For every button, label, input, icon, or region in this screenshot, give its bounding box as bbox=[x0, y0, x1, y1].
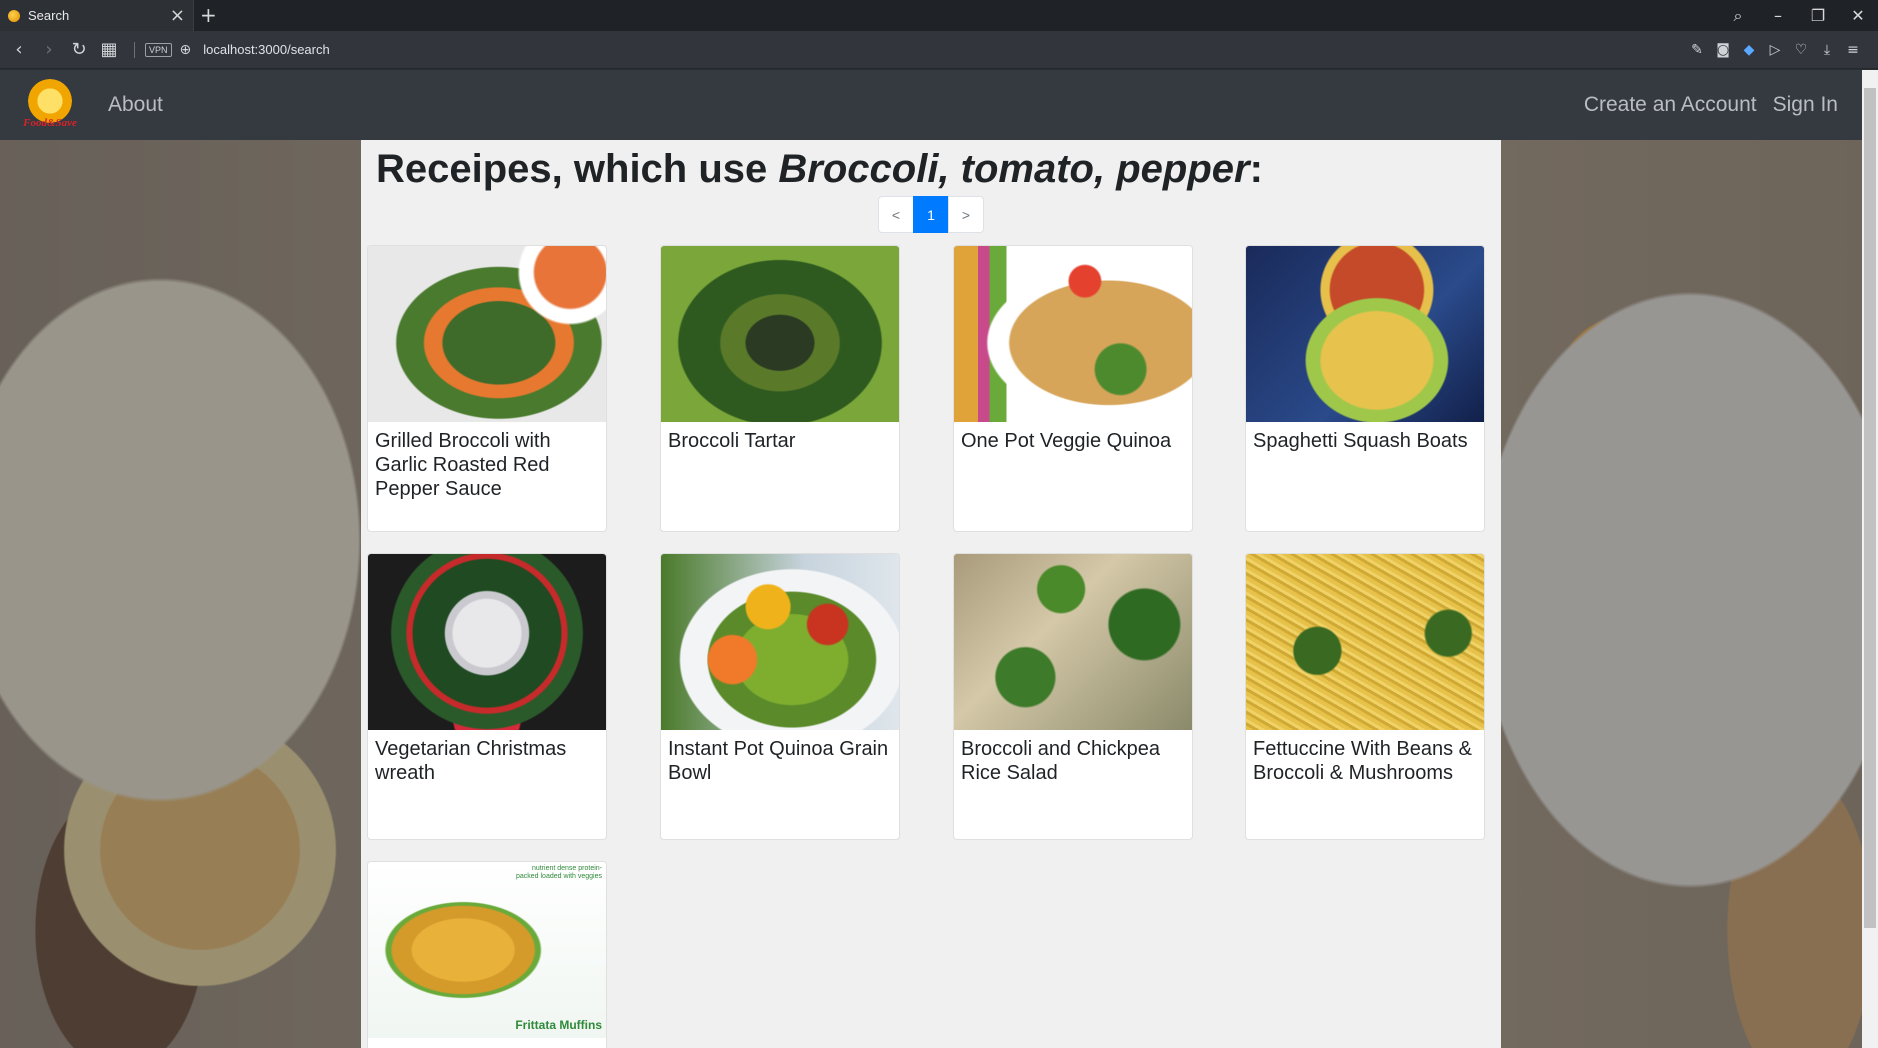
image-note: nutrient dense protein-packed loaded wit… bbox=[515, 865, 602, 880]
download-icon[interactable]: ⤓ bbox=[1814, 42, 1840, 58]
recipe-image[interactable] bbox=[954, 554, 1192, 730]
recipe-title[interactable]: Broccoli and Chickpea Rice Salad bbox=[961, 737, 1187, 785]
recipe-card[interactable]: Spaghetti Squash Boats bbox=[1245, 245, 1485, 532]
prev-page-button[interactable]: < bbox=[878, 196, 914, 233]
tab-title: Search bbox=[28, 8, 70, 23]
page-title: Receipes, which use Broccoli, tomato, pe… bbox=[376, 140, 1263, 198]
search-results-panel: Receipes, which use Broccoli, tomato, pe… bbox=[361, 140, 1501, 1048]
pagination: < 1 > bbox=[878, 196, 984, 233]
recipe-card[interactable]: One Pot Veggie Quinoa bbox=[953, 245, 1193, 532]
divider bbox=[134, 41, 135, 58]
window-controls: ⌕ – ❐ ✕ bbox=[1718, 0, 1878, 31]
recipe-image[interactable] bbox=[368, 246, 606, 422]
camera-icon[interactable]: ◙ bbox=[1710, 42, 1736, 58]
vpn-badge[interactable]: VPN bbox=[145, 42, 172, 57]
recipe-title[interactable]: Grilled Broccoli with Garlic Roasted Red… bbox=[375, 429, 601, 501]
image-caption: Frittata Muffins bbox=[515, 1018, 602, 1032]
favicon-icon bbox=[8, 9, 20, 22]
page-1-button[interactable]: 1 bbox=[913, 196, 949, 233]
url-field[interactable]: localhost:3000/search bbox=[203, 42, 1684, 57]
new-tab-icon[interactable]: + bbox=[200, 3, 217, 27]
next-page-button[interactable]: > bbox=[948, 196, 984, 233]
menu-icon[interactable]: ≡ bbox=[1840, 42, 1866, 58]
close-tab-icon[interactable]: × bbox=[170, 6, 185, 25]
ingredient-list: Broccoli, tomato, pepper bbox=[778, 147, 1250, 191]
shield-icon[interactable]: ◆ bbox=[1736, 42, 1762, 58]
browser-tab[interactable]: Search × bbox=[0, 0, 194, 31]
restore-icon[interactable]: ❐ bbox=[1798, 6, 1838, 25]
recipe-title[interactable]: Vegetarian Christmas wreath bbox=[375, 737, 601, 785]
browser-tab-bar: Search × + ⌕ – ❐ ✕ bbox=[0, 0, 1878, 31]
tabs-grid-icon[interactable]: ▦ bbox=[94, 39, 124, 60]
send-icon[interactable]: ▷ bbox=[1762, 42, 1788, 58]
recipe-card[interactable]: Fettuccine With Beans & Broccoli & Mushr… bbox=[1245, 553, 1485, 840]
nav-about-link[interactable]: About bbox=[108, 70, 163, 140]
brand-logo[interactable]: Food&Save bbox=[20, 79, 80, 131]
nav-account-links: Create an Account Sign In bbox=[1568, 70, 1838, 140]
recipe-title[interactable]: One Pot Veggie Quinoa bbox=[961, 429, 1187, 453]
close-window-icon[interactable]: ✕ bbox=[1838, 6, 1878, 25]
recipe-card[interactable]: nutrient dense protein-packed loaded wit… bbox=[367, 861, 607, 1048]
recipe-image[interactable]: nutrient dense protein-packed loaded wit… bbox=[368, 862, 606, 1038]
recipe-title[interactable]: Fettuccine With Beans & Broccoli & Mushr… bbox=[1253, 737, 1479, 785]
recipe-image[interactable] bbox=[368, 554, 606, 730]
recipe-image[interactable] bbox=[661, 554, 899, 730]
recipe-title[interactable]: Instant Pot Quinoa Grain Bowl bbox=[668, 737, 894, 785]
recipe-card[interactable]: Grilled Broccoli with Garlic Roasted Red… bbox=[367, 245, 607, 532]
reload-icon[interactable]: ↻ bbox=[64, 39, 94, 60]
recipe-card[interactable]: Vegetarian Christmas wreath bbox=[367, 553, 607, 840]
edit-icon[interactable]: ✎ bbox=[1684, 42, 1710, 58]
minimize-icon[interactable]: – bbox=[1758, 6, 1798, 25]
address-bar-actions: ✎ ◙ ◆ ▷ ♡ ⤓ ≡ bbox=[1684, 42, 1866, 58]
site-navbar: Food&Save About Create an Account Sign I… bbox=[0, 70, 1878, 140]
back-icon[interactable]: ‹ bbox=[4, 39, 34, 60]
recipe-title[interactable]: Broccoli Tartar bbox=[668, 429, 894, 453]
recipe-card[interactable]: Broccoli and Chickpea Rice Salad bbox=[953, 553, 1193, 840]
forward-icon[interactable]: › bbox=[34, 39, 64, 60]
logo-text: Food&Save bbox=[23, 117, 77, 129]
address-bar: ‹ › ↻ ▦ VPN ⊕ localhost:3000/search ✎ ◙ … bbox=[0, 31, 1878, 69]
recipe-card[interactable]: Broccoli Tartar bbox=[660, 245, 900, 532]
recipe-title[interactable]: Spaghetti Squash Boats bbox=[1253, 429, 1479, 453]
create-account-link[interactable]: Create an Account bbox=[1584, 93, 1757, 117]
recipe-image[interactable] bbox=[661, 246, 899, 422]
heading-prefix: Receipes, which use bbox=[376, 147, 779, 191]
recipe-image[interactable] bbox=[1246, 246, 1484, 422]
page-scrollbar[interactable] bbox=[1862, 70, 1878, 1048]
recipe-image[interactable] bbox=[1246, 554, 1484, 730]
heading-suffix: : bbox=[1249, 147, 1263, 191]
scrollbar-thumb[interactable] bbox=[1864, 88, 1876, 928]
globe-icon: ⊕ bbox=[179, 41, 192, 58]
search-icon[interactable]: ⌕ bbox=[1718, 6, 1758, 26]
heart-icon[interactable]: ♡ bbox=[1788, 42, 1814, 58]
recipe-card[interactable]: Instant Pot Quinoa Grain Bowl bbox=[660, 553, 900, 840]
sign-in-link[interactable]: Sign In bbox=[1773, 93, 1838, 117]
recipe-image[interactable] bbox=[954, 246, 1192, 422]
